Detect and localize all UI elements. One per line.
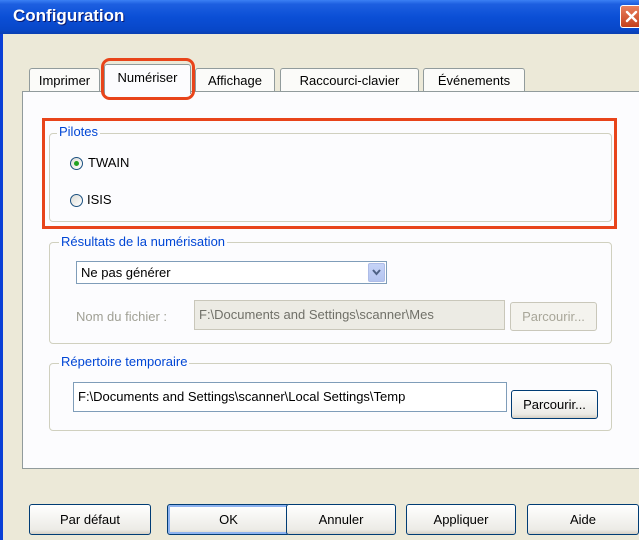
filename-field[interactable]: F:\Documents and Settings\scanner\Mes (194, 300, 505, 330)
tab-raccourci-clavier[interactable]: Raccourci-clavier (280, 68, 419, 92)
tab-imprimer[interactable]: Imprimer (29, 68, 100, 92)
results-output-select[interactable]: Ne pas générer (76, 261, 387, 284)
radio-isis-label[interactable]: ISIS (87, 192, 112, 207)
radio-twain-label[interactable]: TWAIN (88, 155, 129, 170)
tab-highlight-annotation (101, 58, 195, 100)
results-output-value: Ne pas générer (81, 265, 171, 280)
radio-twain[interactable] (70, 157, 83, 170)
dropdown-button[interactable] (368, 263, 385, 282)
ok-button[interactable]: OK (167, 504, 290, 535)
results-group-legend: Résultats de la numérisation (59, 234, 228, 249)
results-browse-button[interactable]: Parcourir... (510, 302, 597, 331)
chevron-down-icon (372, 269, 381, 276)
title-bar[interactable]: Configuration (0, 0, 639, 34)
radio-isis[interactable] (70, 194, 83, 207)
window-title: Configuration (13, 6, 125, 25)
close-icon (625, 10, 638, 23)
temp-dir-field[interactable]: F:\Documents and Settings\scanner\Local … (73, 382, 507, 412)
cancel-button[interactable]: Annuler (286, 504, 396, 535)
tab-affichage[interactable]: Affichage (195, 68, 275, 92)
filename-label: Nom du fichier : (76, 309, 168, 324)
drivers-group-legend: Pilotes (57, 124, 101, 139)
temp-browse-button[interactable]: Parcourir... (511, 390, 598, 419)
help-button[interactable]: Aide (527, 504, 639, 535)
drivers-groupbox (49, 133, 612, 222)
default-button[interactable]: Par défaut (29, 504, 151, 535)
apply-button[interactable]: Appliquer (406, 504, 516, 535)
tab-evenements[interactable]: Événements (423, 68, 525, 92)
close-button[interactable] (620, 5, 639, 28)
radio-selected-dot (74, 161, 79, 166)
temp-dir-group-legend: Répertoire temporaire (59, 354, 190, 369)
